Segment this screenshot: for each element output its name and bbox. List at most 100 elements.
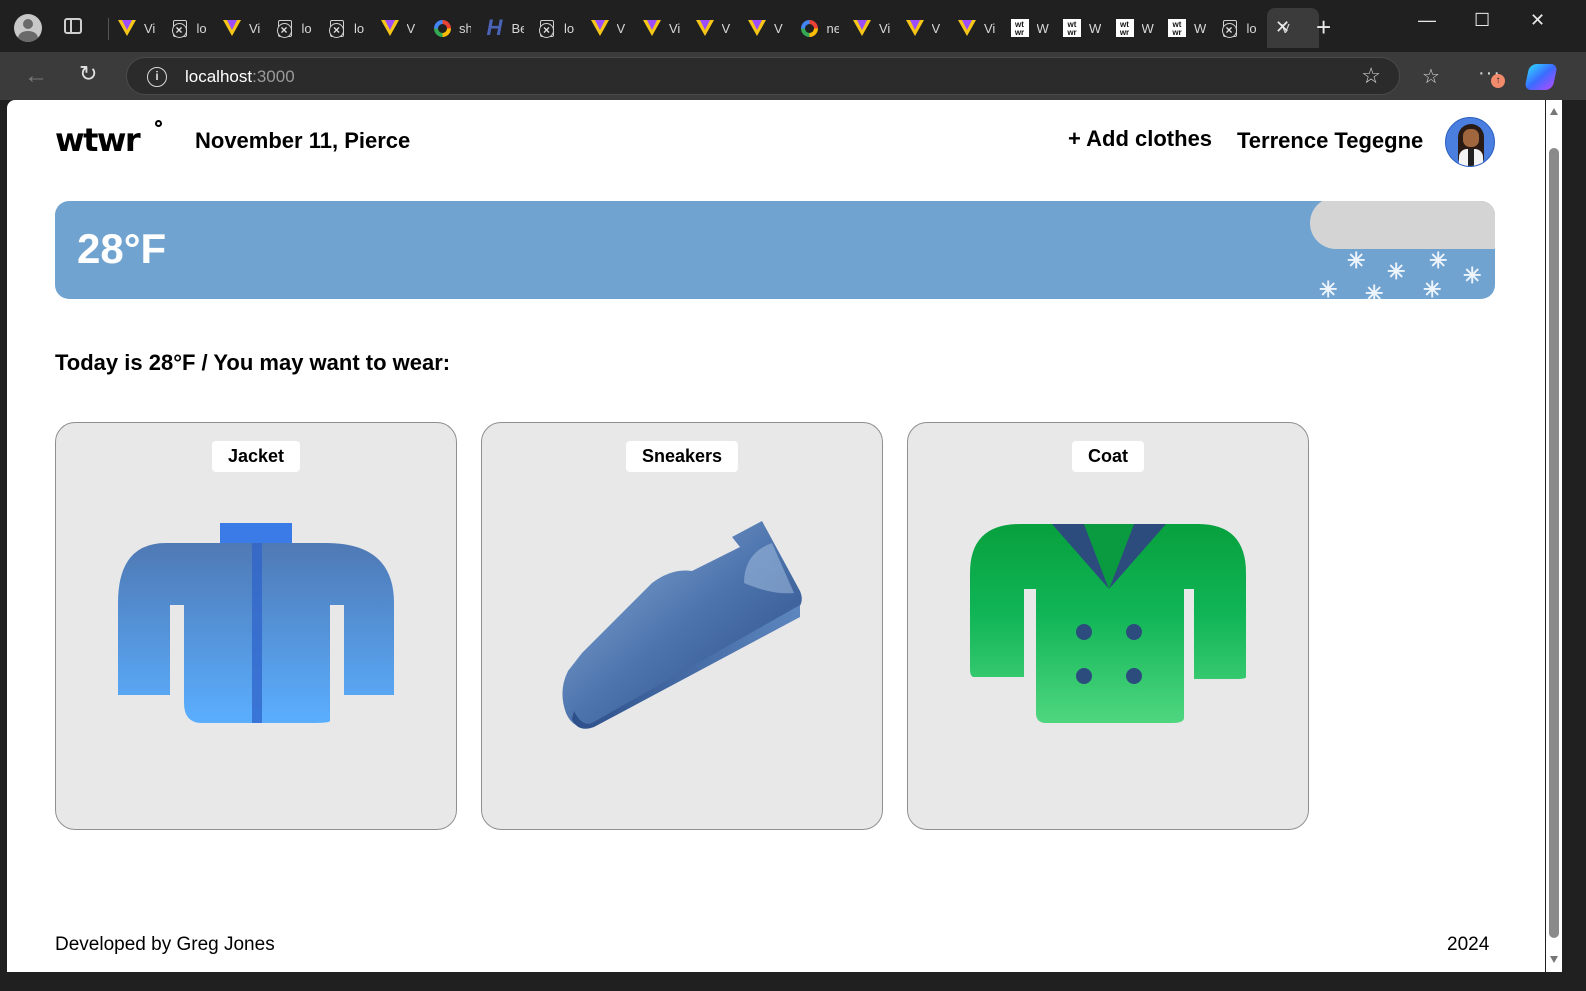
tab-title: W	[1194, 20, 1206, 36]
wtwr-icon: wt wr	[1168, 19, 1186, 37]
cloud-icon	[1310, 201, 1495, 249]
browser-tab[interactable]: lo	[1215, 8, 1268, 48]
vite-icon	[958, 19, 976, 37]
scrollbar-thumb[interactable]	[1549, 148, 1559, 938]
tab-title: lo	[1246, 20, 1257, 36]
clothing-card-sneakers[interactable]: Sneakers	[481, 422, 883, 830]
browser-tab[interactable]: wt wr W	[1057, 8, 1110, 48]
snowflake-icon: ✳	[1347, 248, 1366, 273]
favorites-icon[interactable]: ☆	[1422, 64, 1440, 89]
logo[interactable]: wtwr	[55, 124, 141, 156]
browser-tab[interactable]: wt wr W	[1162, 8, 1215, 48]
browser-tab[interactable]: H Be	[480, 8, 533, 48]
card-title: Coat	[1072, 441, 1144, 472]
browser-tab[interactable]: Vi	[637, 8, 690, 48]
google-icon	[801, 19, 819, 37]
profile-icon[interactable]	[14, 14, 42, 42]
url-field[interactable]: i localhost:3000 ☆	[126, 57, 1400, 95]
tab-title: Vi	[984, 20, 996, 36]
tab-title: lo	[564, 20, 575, 36]
browser-tab[interactable]: V	[585, 8, 638, 48]
browser-tab[interactable]: V	[900, 8, 953, 48]
tab-title: Vi	[669, 20, 681, 36]
snowflake-icon: ✳	[1429, 248, 1448, 273]
card-title: Jacket	[211, 441, 301, 472]
browser-tab[interactable]: sh	[427, 8, 480, 48]
minimize-icon[interactable]: —	[1418, 10, 1436, 31]
copilot-icon[interactable]	[1524, 64, 1558, 90]
browser-tab[interactable]: V	[742, 8, 795, 48]
clothing-card-list: Jacket Sneakers Coat	[55, 422, 1315, 830]
logo-degree-mark	[155, 120, 162, 127]
vite-icon	[380, 19, 399, 37]
footer-year: 2024	[1447, 934, 1490, 955]
card-title: Sneakers	[625, 441, 739, 472]
tab-title: W	[1089, 20, 1101, 36]
browser-tab[interactable]: Vi	[112, 8, 165, 48]
scroll-down-icon[interactable]	[1550, 956, 1558, 963]
browser-tab[interactable]: Vi	[217, 8, 270, 48]
close-window-icon[interactable]: ✕	[1530, 10, 1545, 31]
new-tab-icon[interactable]: +	[1316, 12, 1331, 43]
tab-title: V	[616, 20, 626, 36]
vite-icon	[748, 19, 766, 37]
browser-tab-bar: Vi lo Vi lo lo Vsh H Be lo V Vi V Vne Vi V Vi wt wr Wwt w…	[0, 0, 1586, 52]
snowflake-icon: ✳	[1463, 263, 1482, 288]
url-text[interactable]: localhost:3000	[185, 67, 295, 87]
vite-icon	[695, 19, 714, 37]
tab-title: V	[406, 20, 416, 36]
weather-card: 28°F ✳ ✳ ✳ ✳ ✳ ✳ ✳	[55, 201, 1495, 299]
maximize-icon[interactable]: ☐	[1474, 10, 1490, 31]
tab-title: Vi	[879, 20, 891, 36]
browser-tab[interactable]: V	[690, 8, 743, 48]
close-tab-icon[interactable]: ✕	[1275, 17, 1290, 38]
browser-tab[interactable]: Vi	[847, 8, 900, 48]
browser-tab[interactable]: lo	[165, 8, 218, 48]
browser-tab[interactable]: V	[375, 8, 428, 48]
snowflake-icon: ✳	[1387, 259, 1406, 284]
avatar[interactable]	[1445, 117, 1495, 167]
tab-title: Vi	[249, 20, 261, 36]
browser-tab[interactable]: lo	[270, 8, 323, 48]
site-info-icon[interactable]: i	[147, 67, 167, 87]
vertical-scrollbar[interactable]	[1546, 100, 1562, 972]
recommendation-heading: Today is 28°F / You may want to wear:	[55, 350, 451, 375]
tab-title: V	[774, 20, 783, 36]
update-badge-icon: ↑	[1491, 74, 1505, 88]
back-icon[interactable]: ←	[24, 62, 48, 90]
jacket-icon	[118, 523, 394, 723]
browser-tab[interactable]: wt wr W	[1005, 8, 1058, 48]
tab-divider	[108, 18, 109, 40]
date-location: November 11, Pierce	[195, 128, 411, 153]
tab-strip: Vi lo Vi lo lo Vsh H Be lo V Vi V Vne Vi V Vi wt wr Wwt w…	[112, 8, 1319, 48]
snowflake-icon: ✳	[1319, 277, 1338, 300]
sneaker-icon	[562, 521, 802, 729]
browser-tab[interactable]: Vi	[952, 8, 1005, 48]
snowflake-icon: ✳	[1423, 277, 1442, 300]
tab-actions-icon[interactable]	[64, 18, 82, 34]
tab-title: V	[721, 20, 731, 36]
clothing-card-coat[interactable]: Coat	[907, 422, 1309, 830]
vite-icon	[223, 19, 241, 37]
vite-icon	[905, 19, 924, 37]
username[interactable]: Terrence Tegegne	[1237, 128, 1423, 154]
error-page-icon	[171, 19, 189, 38]
wtwr-icon: wt wr	[1063, 19, 1081, 37]
snowflake-icon: ✳	[1365, 281, 1384, 300]
tab-title: lo	[354, 20, 365, 36]
scroll-up-icon[interactable]	[1550, 108, 1558, 115]
add-clothes-button[interactable]: + Add clothes	[1068, 126, 1212, 152]
tab-title: W	[1036, 20, 1049, 36]
reload-icon[interactable]: ↻	[79, 61, 97, 87]
tab-title: ne	[826, 20, 839, 36]
bookmark-star-icon[interactable]: ☆	[1361, 63, 1381, 89]
clothing-card-jacket[interactable]: Jacket	[55, 422, 457, 830]
browser-tab[interactable]: ne	[795, 8, 848, 48]
browser-tab[interactable]: wt wr W	[1110, 8, 1163, 48]
vite-icon	[643, 19, 661, 37]
wtwr-icon: wt wr	[1115, 19, 1134, 37]
app-header: wtwr November 11, Pierce + Add clothes T…	[55, 117, 1495, 170]
tab-title: V	[931, 20, 941, 36]
browser-tab[interactable]: lo	[532, 8, 585, 48]
browser-tab[interactable]: lo	[322, 8, 375, 48]
